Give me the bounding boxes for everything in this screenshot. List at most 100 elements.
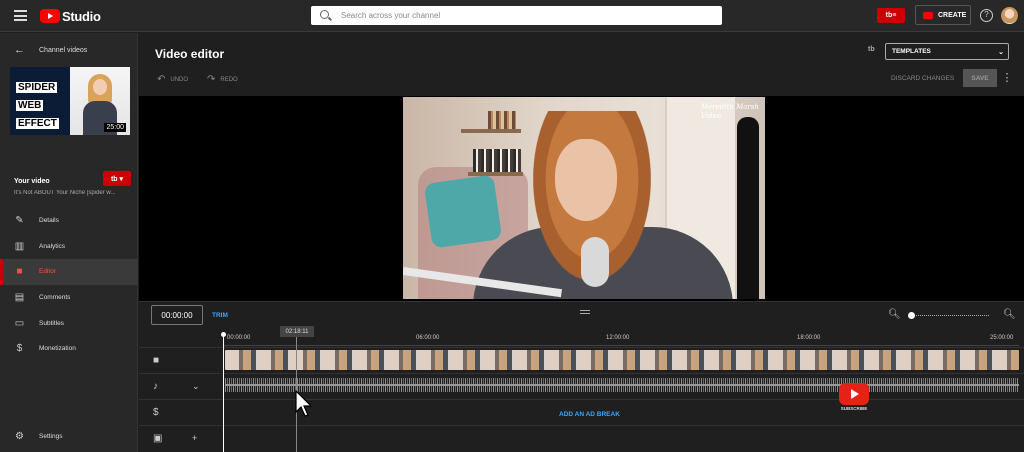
comments-icon: ▤	[14, 292, 25, 304]
templates-label: TEMPLATES	[892, 48, 931, 55]
youtube-studio-app: Studio Search across your channel tb≡ CR…	[0, 0, 1024, 452]
thumbnail-text-panel: SPIDER WEB EFFECT	[10, 67, 70, 135]
search-input[interactable]: Search across your channel	[341, 11, 440, 20]
ad-track-label: $	[139, 400, 223, 426]
subscribe-watermark[interactable]: SUBSCRIBE	[838, 383, 870, 413]
video-thumbnail[interactable]: SPIDER WEB EFFECT 25:00	[10, 67, 130, 135]
sidebar-item-analytics[interactable]: ▥ Analytics	[0, 234, 138, 260]
divider	[139, 399, 1024, 400]
avatar[interactable]	[1001, 7, 1018, 24]
logo-text: Studio	[62, 8, 101, 24]
add-ad-break-button[interactable]: ADD AN AD BREAK	[559, 411, 620, 418]
nav-label: Comments	[39, 294, 71, 302]
subtitles-icon: ▭	[14, 317, 25, 329]
search-bar[interactable]: Search across your channel	[311, 6, 722, 25]
templates-dropdown[interactable]: TEMPLATES ⌄	[885, 43, 1009, 60]
video-title: It's Not ABOUT Your Niche [spider w...	[14, 190, 116, 196]
sidebar-nav: ✎ Details ▥ Analytics ■ Editor ▤ Comment…	[0, 208, 138, 362]
zoom-in-icon[interactable]: 🔍︎	[1003, 309, 1016, 320]
audio-waveform-center	[225, 384, 1019, 386]
menu-icon[interactable]	[14, 10, 27, 21]
divider	[139, 347, 1024, 348]
preview-area: Meredith Marsh Video	[139, 96, 1024, 301]
time-ruler[interactable]: 00:00:00 06:00:00 12:00:00 18:00:00 25:0…	[223, 332, 1019, 346]
subscribe-label: SUBSCRIBE	[840, 406, 868, 411]
timeline: 00:00:00 TRIM 🔍︎ 🔍︎ 00:00:00 06:00:00 12…	[139, 301, 1024, 452]
track-labels: ■ ♪ ⌄ $ ▣ +	[139, 348, 223, 452]
hover-timestamp: 02:18:11	[280, 326, 314, 337]
music-note-icon: ♪	[153, 381, 158, 392]
nav-label: Monetization	[39, 345, 76, 353]
gear-icon: ⚙	[15, 431, 24, 442]
video-duration: 25:00	[104, 123, 126, 132]
extension-icon[interactable]: tb	[868, 46, 879, 57]
sidebar-item-editor[interactable]: ■ Editor	[0, 259, 138, 285]
undo-label: UNDO	[170, 76, 189, 83]
sidebar-item-comments[interactable]: ▤ Comments	[0, 285, 138, 311]
dollar-icon: $	[16, 343, 23, 355]
thumbnail-word: WEB	[16, 100, 44, 111]
sidebar: ← Channel videos SPIDER WEB EFFECT 25:00…	[0, 33, 138, 452]
back-to-channel-videos[interactable]: ← Channel videos	[14, 44, 87, 56]
playhead[interactable]	[223, 335, 224, 452]
chevron-down-icon: ⌄	[998, 49, 1004, 56]
undo-icon: ↶	[157, 74, 166, 85]
sidebar-item-settings[interactable]: ⚙ Settings	[14, 431, 63, 442]
trim-button[interactable]: TRIM	[212, 312, 228, 319]
divider	[139, 373, 1024, 374]
redo-button[interactable]: ↷ REDO	[207, 74, 238, 85]
thumbnail-word: EFFECT	[16, 118, 59, 129]
mouse-cursor-icon	[295, 390, 313, 417]
add-icon[interactable]: +	[192, 433, 197, 443]
sidebar-item-monetization[interactable]: $ Monetization	[0, 336, 138, 362]
ruler-tick: 06:00:00	[416, 335, 440, 341]
ruler-tick: 18:00:00	[797, 335, 821, 341]
ruler-tick: 25:00:00	[990, 335, 1014, 341]
dollar-icon: $	[153, 407, 159, 418]
analytics-icon: ▥	[14, 240, 25, 252]
more-vert-icon[interactable]: ⋮	[1001, 71, 1013, 85]
zoom-out-icon[interactable]: 🔍︎	[888, 309, 901, 320]
video-preview[interactable]: Meredith Marsh Video	[403, 97, 765, 299]
extension-icon[interactable]: tb≡	[877, 8, 905, 23]
page-title: Video editor	[155, 47, 225, 61]
youtube-logo-icon	[40, 9, 60, 23]
resize-handle[interactable]	[580, 310, 590, 314]
settings-label: Settings	[39, 433, 63, 440]
end-screen-track-label: ▣ +	[139, 426, 223, 452]
redo-icon: ↷	[207, 74, 216, 85]
extension-dropdown-button[interactable]: tb ▾	[103, 171, 131, 186]
arrow-left-icon: ←	[14, 44, 25, 56]
video-track-label: ■	[139, 348, 223, 374]
youtube-logo-icon	[839, 383, 869, 405]
zoom-slider-thumb[interactable]	[908, 312, 915, 319]
end-screen-icon: ▣	[153, 433, 163, 444]
ruler-tick: 00:00:00	[227, 335, 251, 341]
video-camera-icon: ■	[153, 355, 160, 366]
top-bar: Studio Search across your channel tb≡ CR…	[0, 0, 1024, 32]
chevron-down-icon[interactable]: ⌄	[192, 381, 200, 392]
help-icon[interactable]: ?	[980, 9, 993, 22]
video-track[interactable]	[225, 350, 1019, 370]
sidebar-item-details[interactable]: ✎ Details	[0, 208, 138, 234]
undo-button[interactable]: ↶ UNDO	[157, 74, 188, 85]
editor-icon: ■	[16, 266, 23, 278]
create-button[interactable]: CREATE	[915, 5, 971, 25]
editor-main: Video editor ↶ UNDO ↷ REDO tb TEMPLATES …	[139, 33, 1024, 452]
ruler-tick: 12:00:00	[606, 335, 630, 341]
search-icon	[320, 10, 329, 19]
youtube-studio-logo[interactable]: Studio	[40, 8, 101, 24]
pencil-icon: ✎	[15, 215, 24, 227]
discard-changes-button[interactable]: DISCARD CHANGES	[891, 75, 954, 82]
nav-label: Editor	[39, 268, 56, 276]
timecode-field[interactable]: 00:00:00	[151, 305, 203, 325]
your-video-label: Your video	[14, 178, 50, 185]
sidebar-item-subtitles[interactable]: ▭ Subtitles	[0, 310, 138, 336]
playhead-handle[interactable]	[221, 332, 226, 337]
create-label: CREATE	[938, 11, 967, 19]
nav-label: Analytics	[39, 242, 66, 250]
save-button[interactable]: SAVE	[963, 69, 997, 87]
zoom-slider[interactable]	[910, 315, 989, 316]
nav-label: Subtitles	[39, 319, 64, 327]
back-label: Channel videos	[39, 46, 88, 54]
